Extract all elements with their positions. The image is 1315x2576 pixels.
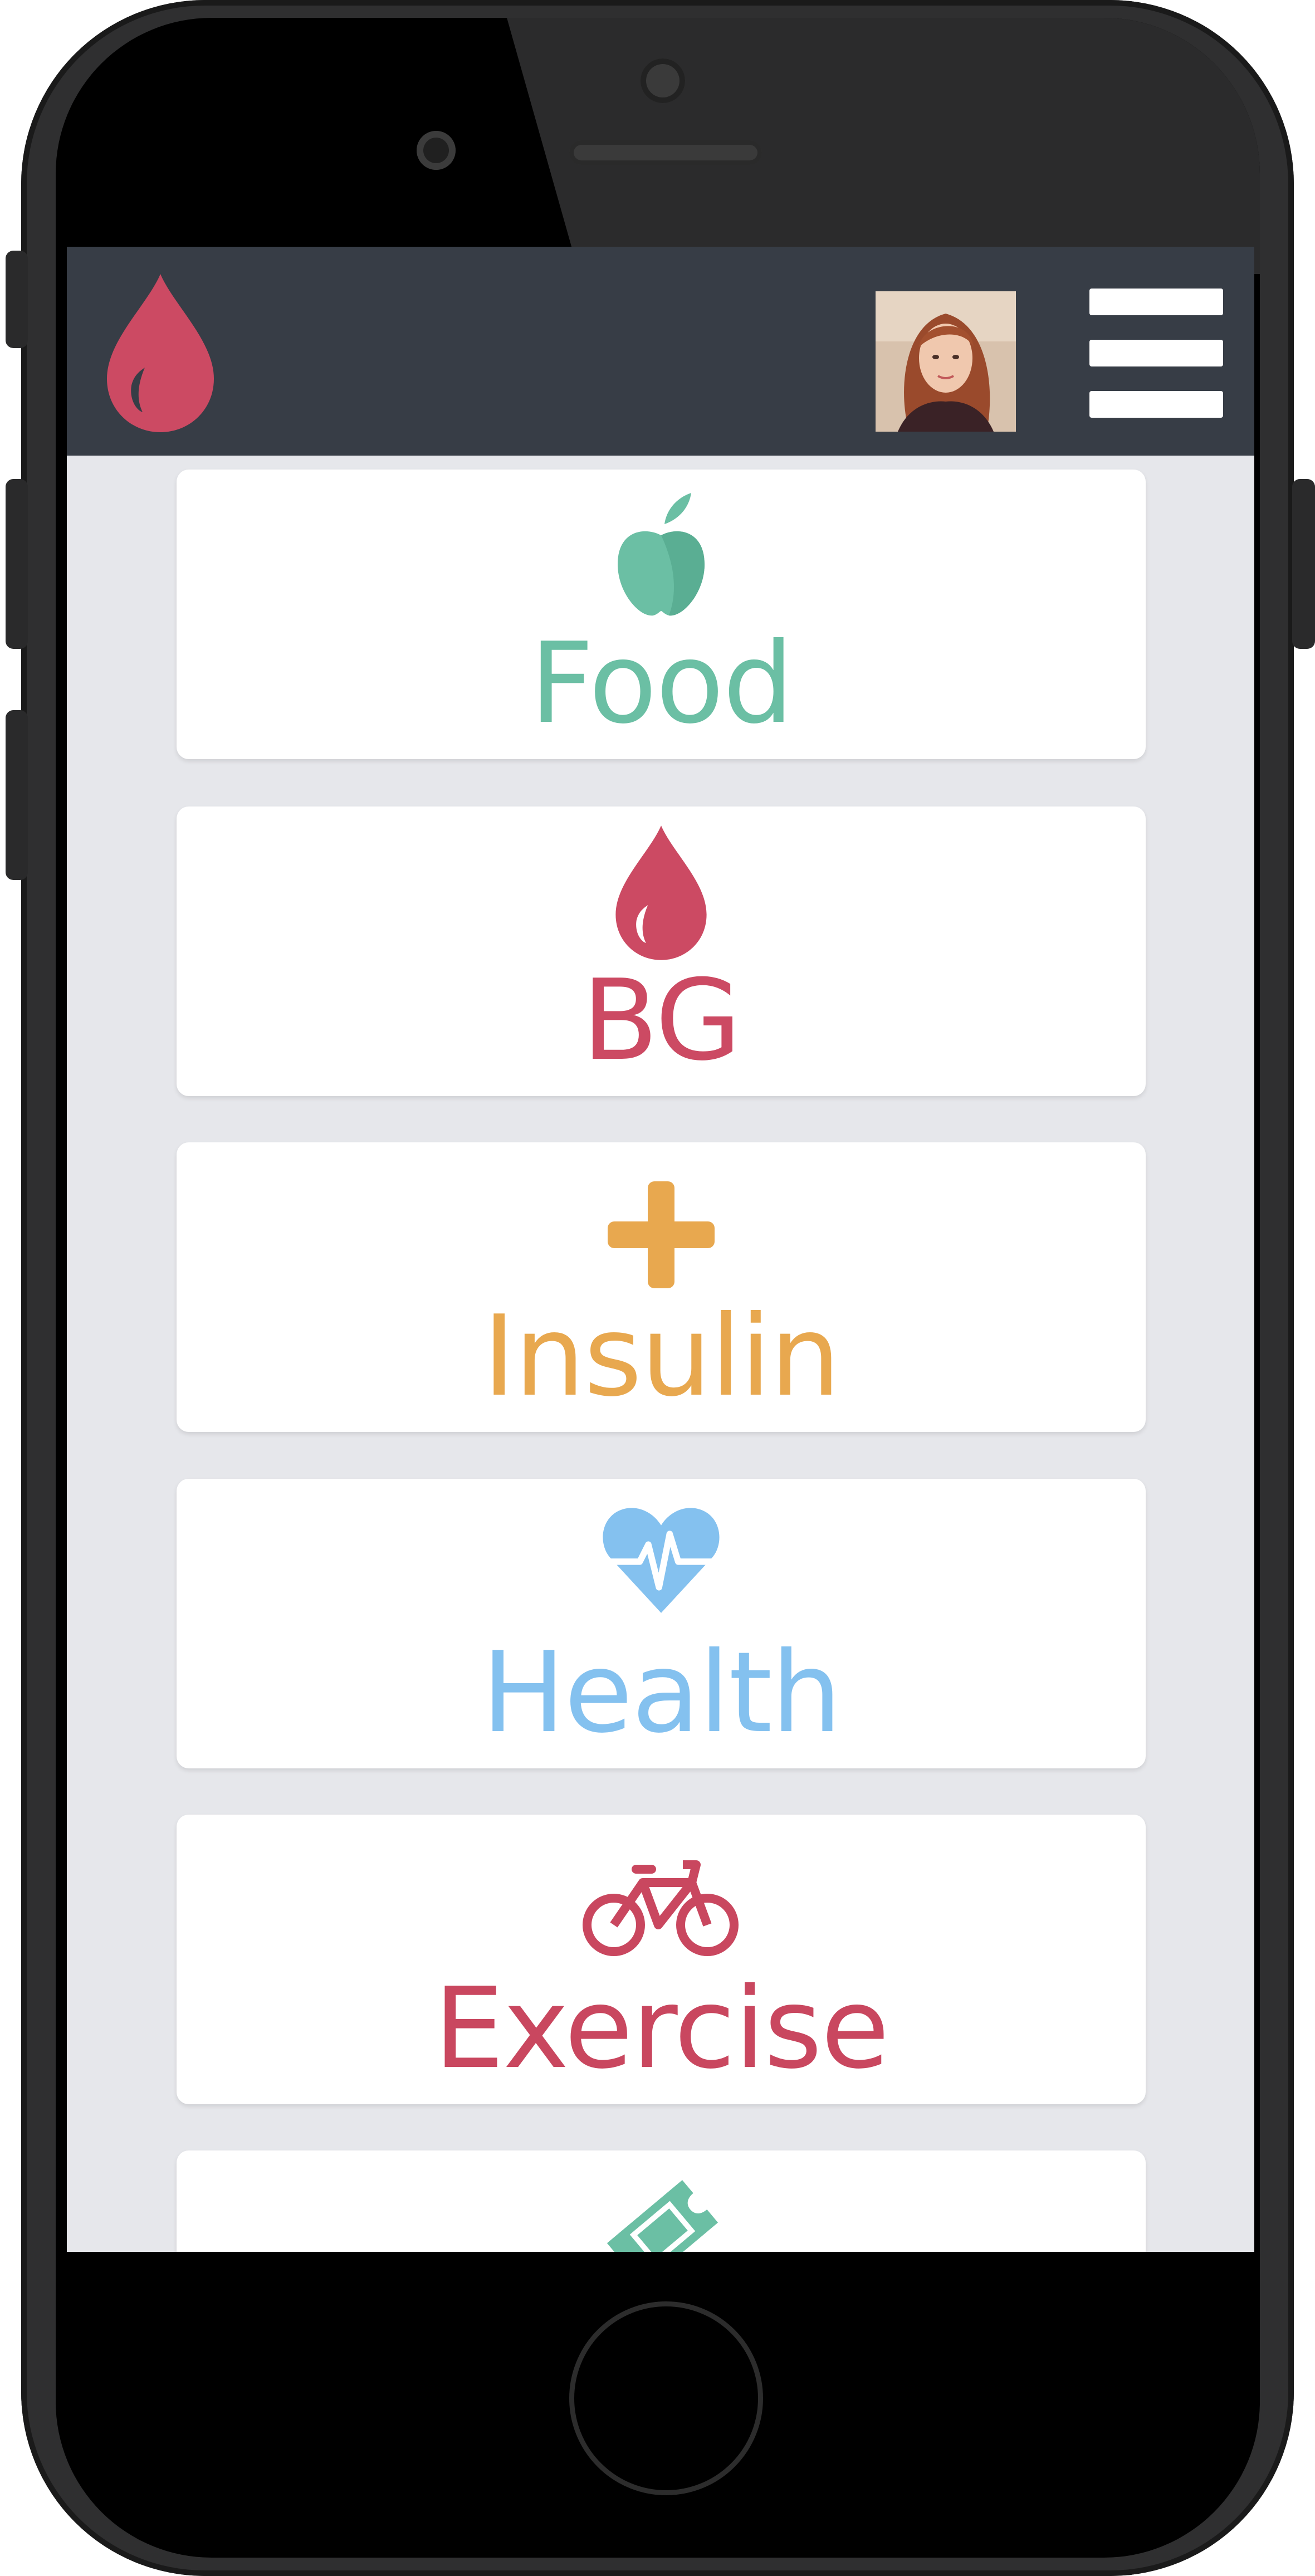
category-card-bg[interactable]: BG [177,806,1146,1096]
category-card-partial[interactable] [177,2150,1146,2252]
avatar-photo [876,291,1016,432]
volume-down-button [6,710,28,880]
category-label: Food [530,619,794,749]
proximity-sensor [417,131,456,170]
category-card-insulin[interactable]: Insulin [177,1142,1146,1432]
hamburger-menu-icon[interactable] [1089,289,1223,418]
menu-bar [1089,391,1223,418]
plus-icon [608,1181,715,1288]
category-label: Exercise [433,1964,889,2094]
heartbeat-icon [603,1508,720,1613]
category-card-exercise[interactable]: Exercise [177,1815,1146,2104]
category-label: Insulin [482,1292,841,1421]
home-button[interactable] [569,2301,763,2495]
ticket-icon [607,2180,718,2252]
mute-switch [6,251,28,348]
earpiece-speaker [569,140,762,165]
menu-bar [1089,289,1223,315]
apple-icon [618,493,705,616]
app-screen: Food BG Insulin Health Exercise [67,247,1254,2252]
category-label: Health [481,1628,842,1758]
volume-up-button [6,479,28,649]
category-label: BG [581,956,742,1086]
power-button [1292,479,1315,649]
app-header [67,247,1254,456]
avatar[interactable] [876,291,1016,432]
blood-drop-icon [615,825,707,960]
category-card-health[interactable]: Health [177,1479,1146,1768]
menu-bar [1089,340,1223,366]
blood-drop-icon[interactable] [105,272,216,434]
front-camera [641,58,685,103]
category-card-food[interactable]: Food [177,470,1146,759]
bicycle-icon [583,1860,739,1956]
